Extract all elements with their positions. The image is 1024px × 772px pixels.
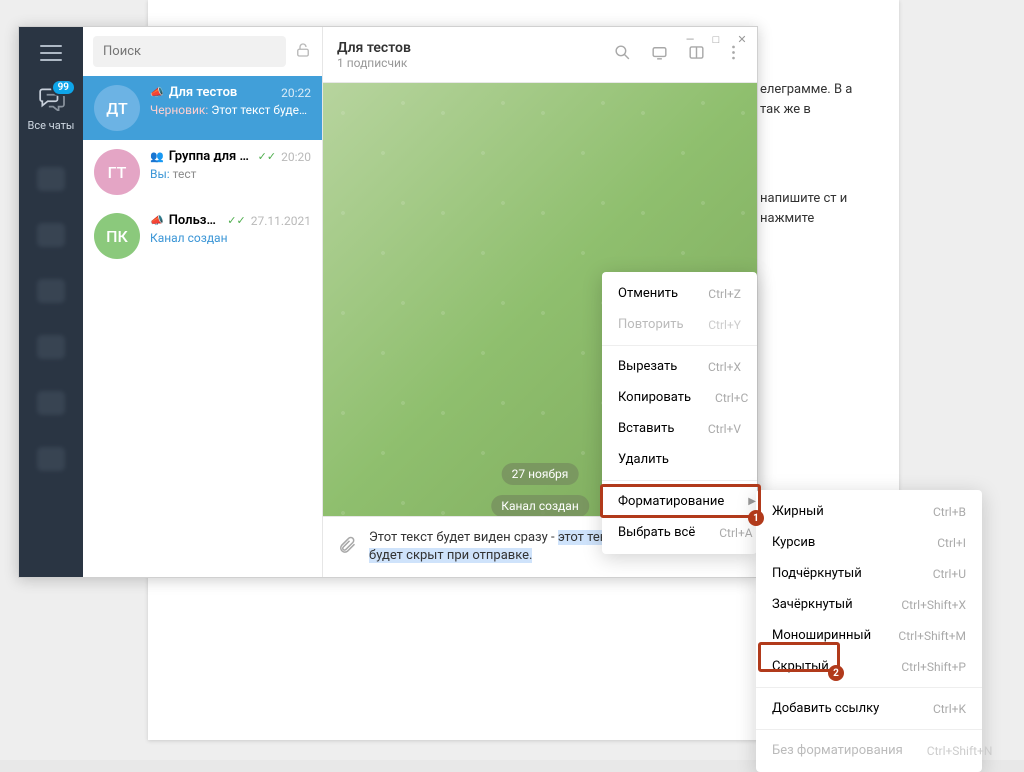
chat-time: 20:20 (281, 150, 311, 164)
chat-title[interactable]: Для тестов (337, 40, 599, 56)
annotation-badge-2: 2 (828, 665, 844, 681)
menu-item-label: Отменить (618, 286, 678, 301)
window-minimize-icon[interactable]: — (683, 33, 697, 46)
menu-shortcut: Ctrl+K (933, 702, 966, 716)
search-input[interactable] (93, 36, 286, 67)
menu-item-label: Скрытый (772, 659, 829, 674)
menu-shortcut: Ctrl+Shift+X (901, 598, 966, 612)
chat-time: 20:22 (281, 86, 311, 100)
menu-item[interactable]: Зачёркнутый Ctrl+Shift+X (756, 589, 982, 620)
context-menu-main: Отменить Ctrl+Z Повторить Ctrl+Y Вырезать Ctr… (602, 272, 757, 554)
menu-item: Повторить Ctrl+Y (602, 309, 757, 340)
menu-item-label: Вырезать (618, 359, 677, 374)
menu-item[interactable]: Выбрать всё Ctrl+A (602, 517, 757, 548)
menu-item-label: Без форматирования (772, 743, 903, 758)
menu-item[interactable]: Отменить Ctrl+Z (602, 278, 757, 309)
menu-item[interactable]: Жирный Ctrl+B (756, 496, 982, 527)
menu-item-label: Повторить (618, 317, 684, 332)
menu-shortcut: Ctrl+C (715, 391, 748, 405)
chat-name: Пользно… (169, 213, 223, 228)
menu-item-label: Выбрать всё (618, 525, 695, 540)
more-icon[interactable] (724, 43, 743, 66)
menu-shortcut: Ctrl+B (933, 505, 966, 519)
menu-item[interactable]: Вставить Ctrl+V (602, 413, 757, 444)
search-in-chat-icon[interactable] (613, 43, 632, 66)
article-fragment-2: напишите ст и нажмите (760, 189, 860, 228)
lock-icon[interactable] (294, 41, 312, 63)
channel-type-icon: 📣 (150, 86, 164, 99)
chat-subtitle: 1 подписчик (337, 56, 599, 70)
menu-shortcut: Ctrl+A (719, 526, 752, 540)
window-maximize-icon[interactable]: □ (709, 33, 723, 46)
chat-list-panel: ДТ 📣 Для тестов 20:22 Черновик: Этот текст… (83, 27, 323, 577)
unread-badge: 99 (51, 79, 76, 96)
menu-item[interactable]: Добавить ссылку Ctrl+K (756, 693, 982, 724)
menu-shortcut: Ctrl+Shift+P (901, 660, 966, 674)
menu-item-label: Удалить (618, 452, 669, 467)
menu-item[interactable]: Курсив Ctrl+I (756, 527, 982, 558)
menu-shortcut: Ctrl+Z (708, 287, 741, 301)
panel-split-icon[interactable] (687, 43, 706, 66)
channel-type-icon: 📣 (150, 214, 164, 227)
attach-icon[interactable] (337, 535, 357, 559)
menu-item-label: Подчёркнутый (772, 566, 862, 581)
window-close-icon[interactable]: ✕ (735, 33, 749, 46)
service-message: Канал создан (491, 495, 589, 516)
chat-time: 27.11.2021 (251, 214, 311, 228)
chat-preview: Вы: тест (150, 167, 311, 181)
menu-item[interactable]: Моноширинный Ctrl+Shift+M (756, 620, 982, 651)
menu-item[interactable]: Подчёркнутый Ctrl+U (756, 558, 982, 589)
all-chats-label: Все чаты (28, 119, 75, 132)
chat-avatar: ГТ (94, 149, 140, 195)
menu-shortcut: Ctrl+Y (708, 318, 741, 332)
chat-list-item[interactable]: ПК 📣Пользно…✓✓27.11.2021 Канал создан (83, 204, 322, 268)
menu-shortcut: Ctrl+Shift+M (898, 629, 966, 643)
menu-item: Без форматированияCtrl+Shift+N (756, 735, 982, 766)
chat-avatar: ДТ (94, 85, 140, 131)
menu-item-label: Добавить ссылку (772, 701, 879, 716)
menu-shortcut: Ctrl+X (708, 360, 741, 374)
menu-item-label: Вставить (618, 421, 674, 436)
far-left-sidebar: 99 Все чаты (19, 27, 83, 577)
chat-name: Группа для те… (169, 149, 253, 164)
chat-avatar: ПК (94, 213, 140, 259)
menu-shortcut: Ctrl+U (933, 567, 966, 581)
menu-item[interactable]: Скрытый Ctrl+Shift+P (756, 651, 982, 682)
all-chats-button[interactable]: 99 (36, 85, 66, 115)
chat-preview: Черновик: Этот текст будет … (150, 103, 311, 117)
menu-shortcut: Ctrl+Shift+N (927, 744, 993, 758)
menu-item-label: Копировать (618, 390, 691, 405)
chat-list-item[interactable]: ГТ 👥Группа для те…✓✓20:20 Вы: тест (83, 140, 322, 204)
context-menu-formatting: Жирный Ctrl+B Курсив Ctrl+I Подчёркнутый Ctrl… (756, 490, 982, 772)
chat-list-item[interactable]: ДТ 📣 Для тестов 20:22 Черновик: Этот текст… (83, 76, 322, 140)
chat-name: Для тестов (169, 85, 276, 100)
menu-item[interactable]: Копировать Ctrl+C (602, 382, 757, 413)
article-fragment-1: елеграмме. В а так же в (760, 80, 860, 119)
menu-item[interactable]: Удалить (602, 444, 757, 475)
annotation-badge-1: 1 (748, 510, 764, 526)
date-separator: 27 ноября (502, 463, 579, 485)
menu-icon[interactable] (40, 45, 62, 61)
menu-item-label: Жирный (772, 504, 824, 519)
menu-item[interactable]: Вырезать Ctrl+X (602, 351, 757, 382)
submenu-arrow-icon: ▶ (748, 496, 756, 507)
menu-item[interactable]: Форматирование ▶ (602, 486, 757, 517)
stream-icon[interactable] (650, 43, 669, 66)
menu-item-label: Зачёркнутый (772, 597, 853, 612)
menu-shortcut: Ctrl+I (937, 536, 966, 550)
chat-preview: Канал создан (150, 231, 311, 245)
menu-item-label: Моноширинный (772, 628, 871, 643)
channel-type-icon: 👥 (150, 150, 164, 163)
menu-shortcut: Ctrl+V (708, 422, 741, 436)
menu-item-label: Форматирование (618, 494, 724, 509)
menu-item-label: Курсив (772, 535, 815, 550)
